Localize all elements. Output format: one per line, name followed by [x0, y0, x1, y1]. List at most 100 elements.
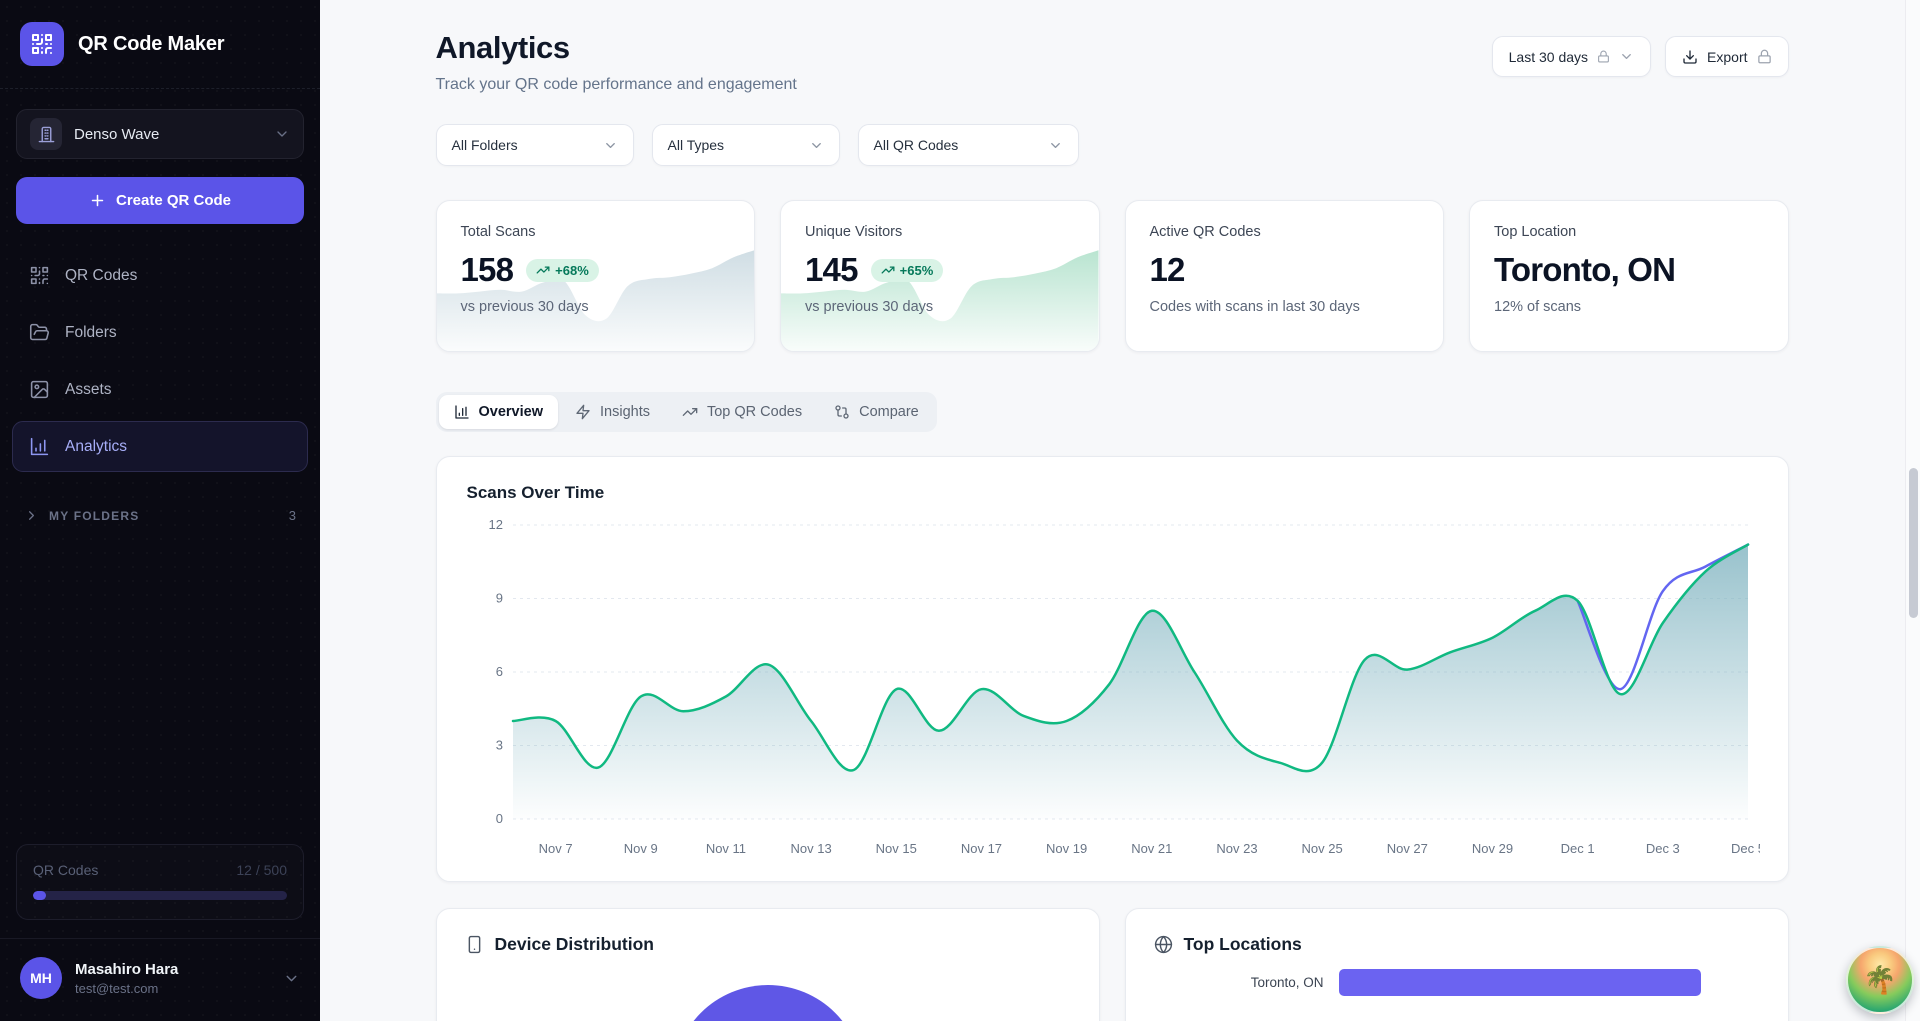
sidebar-item-folders[interactable]: Folders — [12, 307, 308, 358]
sidebar: QR Code Maker Denso Wave Create QR Code … — [0, 0, 320, 1021]
sidebar-nav: QR Codes Folders Assets Analytics — [12, 250, 308, 472]
filter-qr-codes-select[interactable]: All QR Codes — [858, 124, 1079, 166]
svg-text:Nov 23: Nov 23 — [1216, 841, 1257, 856]
org-selector[interactable]: Denso Wave — [16, 109, 304, 159]
stat-label: Unique Visitors — [805, 224, 1075, 240]
stat-value: 158 — [461, 251, 514, 289]
sidebar-item-analytics[interactable]: Analytics — [12, 421, 308, 472]
analytics-tabs: Overview Insights Top QR Codes — [436, 392, 937, 432]
usage-progress-fill — [33, 891, 46, 900]
folder-icon — [29, 322, 50, 343]
location-label: Toronto, ON — [1154, 975, 1339, 990]
filter-folders-select[interactable]: All Folders — [436, 124, 634, 166]
usage-card: QR Codes 12 / 500 — [16, 844, 304, 920]
image-icon — [29, 379, 50, 400]
location-bar — [1339, 969, 1701, 996]
sidebar-item-label: Analytics — [65, 438, 127, 456]
my-folders-count: 3 — [289, 508, 296, 523]
plus-icon — [89, 192, 106, 209]
scans-over-time-card: Scans Over Time 036912Nov 7Nov 9Nov 11No… — [436, 456, 1789, 882]
chevron-down-icon — [1048, 138, 1063, 153]
tab-insights[interactable]: Insights — [560, 395, 665, 429]
device-distribution-pie — [673, 985, 863, 1021]
create-qr-code-button[interactable]: Create QR Code — [16, 177, 304, 224]
trending-up-icon — [682, 404, 698, 420]
chevron-right-icon — [24, 508, 39, 523]
sidebar-item-assets[interactable]: Assets — [12, 364, 308, 415]
sidebar-item-qr-codes[interactable]: QR Codes — [12, 250, 308, 301]
chart-title: Scans Over Time — [467, 483, 1758, 503]
svg-text:Nov 19: Nov 19 — [1046, 841, 1087, 856]
chevron-down-icon — [603, 138, 618, 153]
stat-card-unique-visitors: Unique Visitors 145 +65% vs previous 30 … — [780, 200, 1100, 352]
tab-label: Insights — [600, 404, 650, 420]
top-locations-card: Top Locations Toronto, ON — [1125, 908, 1789, 1021]
tab-label: Overview — [479, 404, 544, 420]
export-label: Export — [1707, 49, 1747, 65]
vertical-scrollbar[interactable] — [1905, 0, 1920, 1021]
svg-text:Nov 13: Nov 13 — [790, 841, 831, 856]
globe-icon — [1154, 935, 1173, 954]
island-widget-button[interactable]: 🌴 — [1846, 946, 1914, 1014]
user-menu[interactable]: MH Masahiro Hara test@test.com — [0, 938, 320, 1021]
svg-text:Dec 1: Dec 1 — [1560, 841, 1594, 856]
stat-label: Active QR Codes — [1150, 224, 1420, 240]
scans-over-time-chart: 036912Nov 7Nov 9Nov 11Nov 13Nov 15Nov 17… — [467, 511, 1760, 867]
tab-compare[interactable]: Compare — [819, 395, 934, 429]
bar-chart-icon — [29, 436, 50, 457]
tab-label: Top QR Codes — [707, 404, 802, 420]
device-distribution-card: Device Distribution — [436, 908, 1100, 1021]
usage-value: 12 / 500 — [236, 862, 287, 878]
svg-text:12: 12 — [488, 517, 502, 532]
svg-text:Dec 3: Dec 3 — [1645, 841, 1679, 856]
stat-card-top-location: Top Location Toronto, ON 12% of scans — [1469, 200, 1789, 352]
sidebar-item-label: QR Codes — [65, 267, 137, 285]
filter-folders-value: All Folders — [452, 137, 518, 153]
stat-caption: Codes with scans in last 30 days — [1150, 299, 1420, 315]
stat-card-active-qr-codes: Active QR Codes 12 Codes with scans in l… — [1125, 200, 1445, 352]
user-name: Masahiro Hara — [75, 961, 270, 978]
location-row: Toronto, ON — [1154, 969, 1760, 996]
stat-trend-badge: +68% — [526, 259, 599, 282]
sidebar-item-label: Assets — [65, 381, 112, 399]
create-qr-code-label: Create QR Code — [116, 192, 231, 209]
stat-card-total-scans: Total Scans 158 +68% vs previous 30 days — [436, 200, 756, 352]
export-button[interactable]: Export — [1665, 36, 1788, 77]
app-logo-row: QR Code Maker — [0, 0, 320, 89]
stat-trend-badge: +65% — [871, 259, 944, 282]
svg-text:0: 0 — [495, 811, 502, 826]
stat-value: Toronto, ON — [1494, 251, 1675, 289]
stat-caption: vs previous 30 days — [461, 299, 731, 315]
date-range-button[interactable]: Last 30 days — [1492, 36, 1651, 77]
stat-value: 145 — [805, 251, 858, 289]
svg-text:Nov 29: Nov 29 — [1471, 841, 1512, 856]
main-content: Analytics Track your QR code performance… — [320, 0, 1920, 1021]
chevron-down-icon — [809, 138, 824, 153]
chevron-down-icon — [283, 970, 300, 987]
page-title: Analytics — [436, 30, 797, 66]
panel-title: Device Distribution — [495, 934, 654, 955]
tab-label: Compare — [859, 404, 919, 420]
trending-up-icon — [881, 263, 895, 277]
zap-icon — [575, 404, 591, 420]
lock-icon — [1597, 50, 1610, 63]
stat-value: 12 — [1150, 251, 1185, 289]
qr-code-icon — [29, 265, 50, 286]
svg-text:Nov 9: Nov 9 — [623, 841, 657, 856]
sidebar-item-label: Folders — [65, 324, 117, 342]
svg-text:3: 3 — [495, 738, 502, 753]
date-range-label: Last 30 days — [1509, 49, 1588, 65]
usage-progress-bar — [33, 891, 287, 900]
tab-overview[interactable]: Overview — [439, 395, 559, 429]
stat-caption: 12% of scans — [1494, 299, 1764, 315]
trending-up-icon — [536, 263, 550, 277]
app-logo-icon — [20, 22, 64, 66]
user-email: test@test.com — [75, 981, 270, 996]
svg-text:Nov 7: Nov 7 — [538, 841, 572, 856]
my-folders-toggle[interactable]: MY FOLDERS 3 — [12, 500, 308, 531]
chevron-down-icon — [1619, 49, 1634, 64]
filter-types-select[interactable]: All Types — [652, 124, 840, 166]
tab-top-qr-codes[interactable]: Top QR Codes — [667, 395, 817, 429]
svg-text:Nov 15: Nov 15 — [875, 841, 916, 856]
scrollbar-thumb[interactable] — [1909, 468, 1918, 618]
